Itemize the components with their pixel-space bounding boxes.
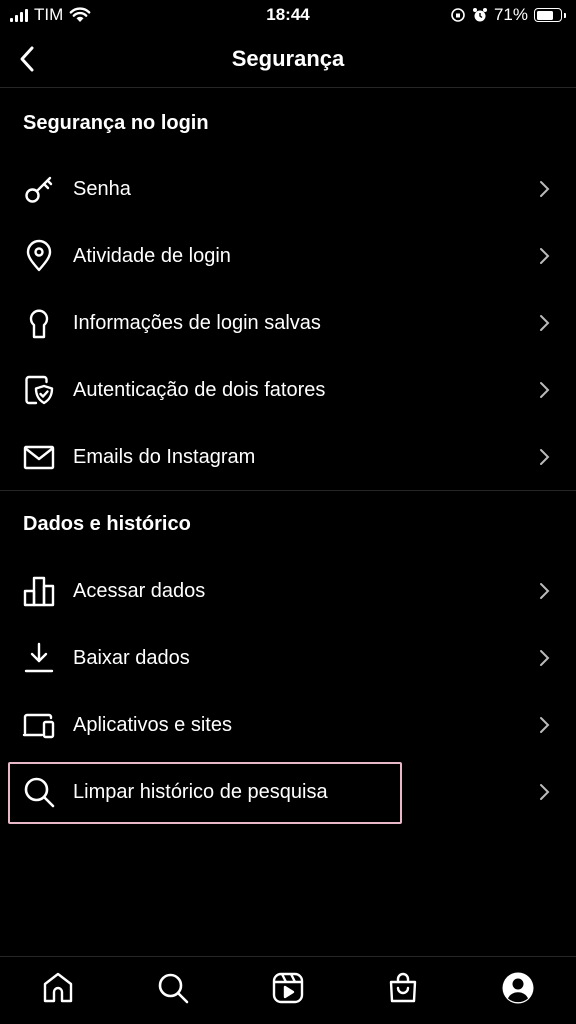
location-pin-icon	[22, 239, 56, 273]
menu-item-label: Aplicativos e sites	[73, 713, 232, 736]
profile-icon	[502, 972, 534, 1003]
menu-item-label: Atividade de login	[73, 244, 231, 267]
menu-item-download-data[interactable]: Baixar dados	[0, 625, 576, 691]
menu-item-saved-login-info[interactable]: Informações de login salvas	[0, 290, 576, 356]
bar-chart-icon	[22, 574, 56, 608]
alarm-icon	[472, 8, 487, 22]
menu-item-clear-search-history[interactable]: Limpar histórico de pesquisa	[0, 759, 576, 825]
tab-shop[interactable]	[383, 968, 423, 1008]
menu-item-instagram-emails[interactable]: Emails do Instagram	[0, 424, 576, 490]
menu-item-label: Informações de login salvas	[73, 311, 321, 334]
chevron-right-icon	[540, 583, 550, 599]
status-right: 71%	[450, 5, 566, 25]
search-icon	[158, 973, 189, 1003]
menu-item-label: Emails do Instagram	[73, 445, 256, 468]
shield-phone-icon	[22, 373, 56, 407]
menu-item-label: Baixar dados	[73, 646, 190, 669]
menu-item-apps-websites[interactable]: Aplicativos e sites	[0, 692, 576, 758]
chevron-right-icon	[540, 181, 550, 197]
menu-item-label: Senha	[73, 177, 131, 200]
chevron-right-icon	[540, 449, 550, 465]
menu-item-password[interactable]: Senha	[0, 156, 576, 222]
status-bar: TIM 18:44 71%	[0, 0, 576, 30]
tab-reels[interactable]	[268, 968, 308, 1008]
section-heading-data-history: Dados e histórico	[23, 513, 191, 535]
reels-icon	[272, 972, 304, 1003]
battery-icon	[534, 8, 566, 22]
chevron-right-icon	[540, 382, 550, 398]
menu-item-two-factor[interactable]: Autenticação de dois fatores	[0, 357, 576, 423]
battery-level	[536, 10, 553, 20]
mail-icon	[22, 440, 56, 474]
bottom-tab-bar	[0, 956, 576, 1024]
tab-search[interactable]	[153, 968, 193, 1008]
keyhole-icon	[22, 306, 56, 340]
key-icon	[22, 172, 56, 206]
tab-home[interactable]	[38, 968, 78, 1008]
devices-icon	[22, 708, 56, 742]
menu-item-label: Limpar histórico de pesquisa	[73, 780, 328, 803]
download-icon	[22, 641, 56, 675]
home-icon	[43, 972, 72, 1002]
menu-item-label: Autenticação de dois fatores	[73, 378, 326, 401]
chevron-right-icon	[540, 650, 550, 666]
chevron-right-icon	[540, 315, 550, 331]
search-icon	[22, 775, 56, 809]
battery-percent: 71%	[493, 5, 528, 24]
menu-item-login-activity[interactable]: Atividade de login	[0, 223, 576, 289]
chevron-right-icon	[540, 717, 550, 733]
menu-item-label: Acessar dados	[73, 579, 206, 602]
page-title: Segurança	[231, 46, 345, 71]
navigation-header: Segurança	[0, 30, 576, 88]
menu-item-access-data[interactable]: Acessar dados	[0, 558, 576, 624]
orientation-lock-icon	[451, 8, 465, 22]
tab-profile[interactable]	[498, 968, 538, 1008]
chevron-right-icon	[540, 784, 550, 800]
chevron-right-icon	[540, 248, 550, 264]
section-heading-login-security: Segurança no login	[23, 112, 209, 134]
section-divider	[0, 490, 576, 491]
shop-icon	[389, 972, 417, 1002]
